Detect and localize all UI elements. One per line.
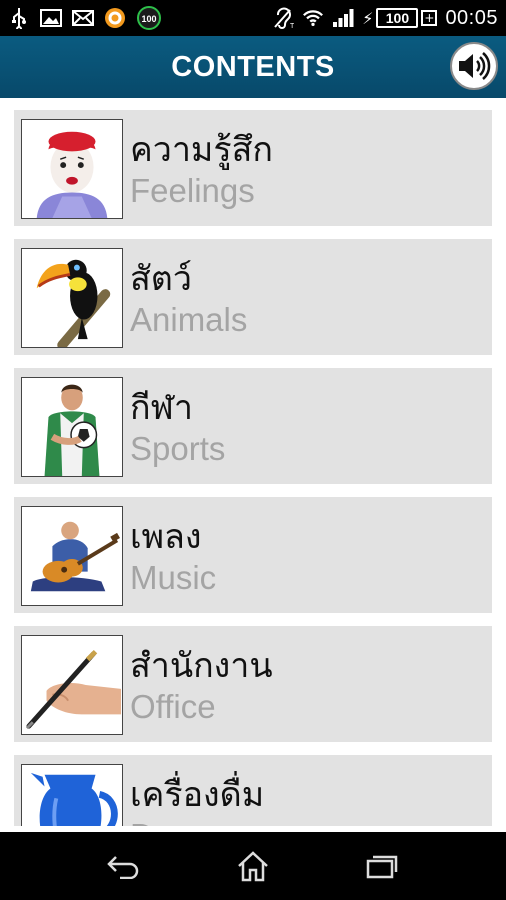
app-notification-icon [104, 7, 126, 29]
home-button[interactable] [231, 844, 275, 888]
feelings-thumbnail [21, 119, 123, 219]
status-bar: 100 T ⚡ 100 + 00:05 [0, 0, 506, 36]
mail-icon [72, 7, 94, 29]
charging-bolt-icon: ⚡ [362, 8, 374, 28]
office-thumbnail [21, 635, 123, 735]
category-item-animals[interactable]: สัตว์ Animals [14, 239, 492, 355]
back-icon [107, 856, 139, 879]
sports-thumbnail [21, 377, 123, 477]
image-icon [40, 7, 62, 29]
category-item-music[interactable]: เพลง Music [14, 497, 492, 613]
system-nav-bar [0, 832, 506, 900]
category-english-label: Music [130, 559, 217, 596]
wifi-icon [302, 7, 324, 29]
category-thai-label: สำนักงาน [130, 646, 273, 686]
hearing-aid-icon: T [272, 7, 294, 29]
category-english-label: Sports [130, 430, 226, 467]
back-button[interactable] [102, 844, 146, 888]
category-thai-label: เพลง [130, 517, 202, 557]
clock: 00:05 [445, 6, 498, 29]
battery-plus-icon: + [421, 10, 438, 26]
score-badge-text: 100 [141, 14, 156, 24]
sound-toggle-button[interactable] [450, 42, 498, 90]
category-item-feelings[interactable]: ความรู้สึก Feelings [14, 110, 492, 226]
category-thai-label: เครื่องดื่ม [130, 775, 265, 815]
recent-apps-icon [366, 855, 397, 879]
category-item-sports[interactable]: กีฬา Sports [14, 368, 492, 484]
category-english-label: Office [130, 688, 216, 725]
category-item-office[interactable]: สำนักงาน Office [14, 626, 492, 742]
category-item-drinks[interactable]: เครื่องดื่ม D [14, 755, 492, 826]
animals-thumbnail [21, 248, 123, 348]
page-title: CONTENTS [171, 50, 335, 83]
category-english-label: D [130, 817, 154, 826]
battery-level: 100 [376, 8, 419, 28]
home-icon [238, 851, 268, 882]
signal-icon [332, 7, 354, 29]
category-thai-label: กีฬา [130, 388, 193, 428]
battery-indicator: ⚡ 100 + [362, 8, 438, 28]
category-thai-label: ความรู้สึก [130, 130, 273, 170]
recent-apps-button[interactable] [360, 844, 404, 888]
usb-icon [8, 7, 30, 29]
app-header: CONTENTS [0, 36, 506, 98]
category-english-label: Animals [130, 301, 248, 338]
category-english-label: Feelings [130, 172, 255, 209]
speaker-icon [459, 52, 491, 80]
svg-text:T: T [290, 23, 294, 29]
drinks-thumbnail [21, 764, 123, 826]
category-list[interactable]: ความรู้สึก Feelings สัตว์ Animals กีฬา S… [0, 98, 506, 826]
music-thumbnail [21, 506, 123, 606]
category-thai-label: สัตว์ [130, 259, 192, 299]
score-100-icon: 100 [136, 6, 162, 30]
